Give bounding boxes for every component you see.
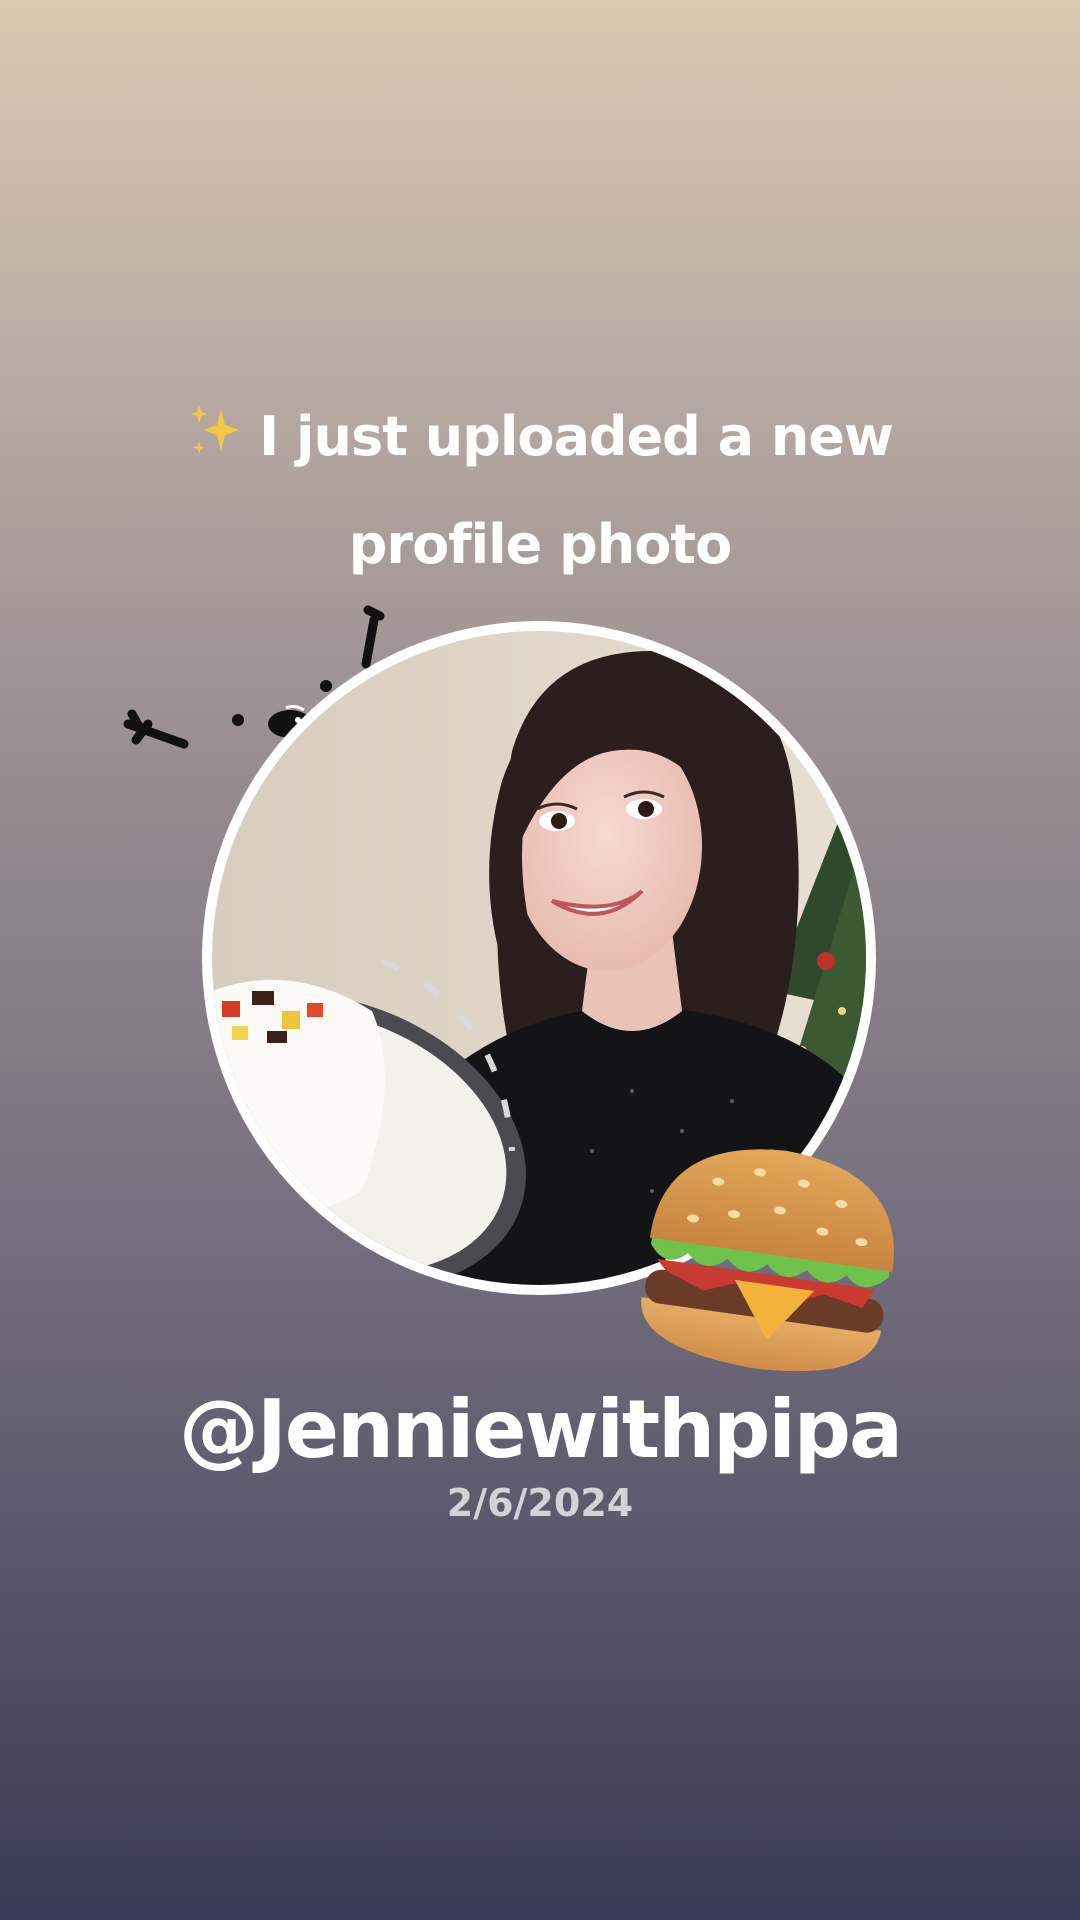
sparkles-icon [191,405,240,454]
upload-date: 2/6/2024 [446,1481,634,1525]
headline: I just uploaded a new profile photo [0,383,1080,599]
headline-line-2: profile photo [348,513,732,576]
headline-text-1: I just uploaded a new [259,405,894,468]
headline-line-1: I just uploaded a new [0,383,1080,491]
username[interactable]: @Jenniewithpipa [0,1380,1080,1480]
hamburger-emoji [641,1149,894,1372]
